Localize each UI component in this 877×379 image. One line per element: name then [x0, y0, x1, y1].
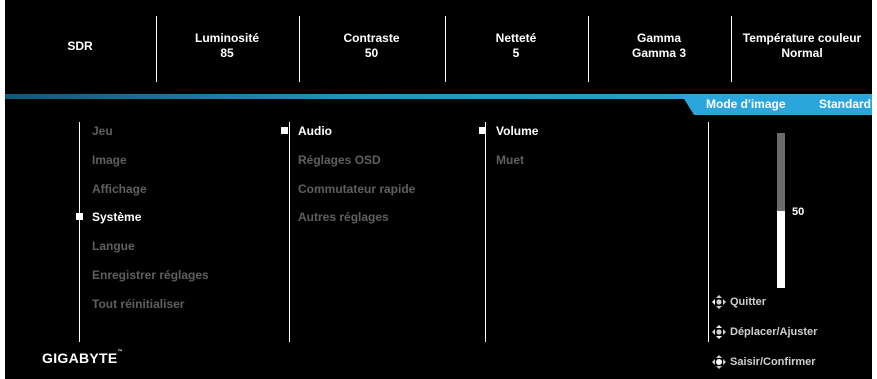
status-gamma: Gamma Gamma 3: [589, 6, 729, 86]
submenu-item-volume[interactable]: Volume: [496, 123, 538, 139]
hint-quit-label: Quitter: [730, 296, 767, 308]
menu-item-save-settings[interactable]: Enregistrer réglages: [92, 267, 209, 283]
submenu-item-osd-settings[interactable]: Réglages OSD: [298, 152, 381, 168]
status-sharpness: Netteté 5: [446, 6, 586, 86]
status-gamma-value: Gamma 3: [631, 46, 687, 60]
joystick-press-icon: [712, 355, 726, 369]
status-color-temperature-title: Température couleur: [742, 31, 862, 45]
menu-item-language[interactable]: Langue: [92, 238, 135, 254]
status-sdr-title: SDR: [67, 38, 93, 53]
status-color-temperature-value: Normal: [781, 46, 823, 60]
status-sharpness-value: 5: [512, 46, 520, 60]
status-brightness-value: 85: [220, 46, 234, 60]
picture-mode-label: Mode d'image: [706, 97, 786, 111]
picture-mode-value: Standard: [819, 97, 872, 111]
volume-value: 50: [792, 206, 805, 218]
volume-slider-fill: [777, 210, 785, 288]
joystick-left-icon: [712, 295, 726, 309]
subsub-selection-marker: [479, 127, 486, 134]
main-selection-marker: [76, 213, 83, 220]
menu-item-picture[interactable]: Image: [92, 152, 127, 168]
picture-mode-tab: Mode d'image Standard: [681, 94, 872, 115]
status-contrast: Contraste 50: [300, 6, 443, 86]
hint-quit: Quitter: [711, 294, 766, 310]
hint-enter-confirm: Saisir/Confirmer: [711, 354, 816, 370]
joystick-direction-icon: [712, 325, 726, 339]
status-brightness-title: Luminosité: [194, 31, 259, 45]
hint-enter-label: Saisir/Confirmer: [730, 356, 816, 368]
gigabyte-logo: GIGABYTE™: [42, 349, 123, 366]
submenu-item-mute[interactable]: Muet: [496, 152, 524, 168]
osd-menu: SDR Luminosité 85 Contraste 50 Netteté 5…: [5, 0, 872, 379]
status-contrast-value: 50: [364, 46, 379, 60]
submenu-item-quick-switch[interactable]: Commutateur rapide: [298, 181, 415, 197]
logo-text: GIGABYTE: [42, 350, 118, 366]
hint-move-label: Déplacer/Ajuster: [730, 326, 818, 338]
subsubmenu-line: [485, 122, 486, 342]
hint-move-adjust: Déplacer/Ajuster: [711, 324, 817, 340]
menu-item-system[interactable]: Système: [92, 209, 141, 225]
status-brightness: Luminosité 85: [157, 6, 297, 86]
value-panel-line: [708, 122, 709, 342]
status-color-temperature: Température couleur Normal: [732, 6, 872, 86]
status-sdr: SDR: [5, 6, 155, 86]
volume-slider[interactable]: [777, 133, 785, 288]
menu-item-display[interactable]: Affichage: [92, 181, 147, 197]
main-menu-line: [79, 122, 80, 342]
status-contrast-title: Contraste: [343, 31, 400, 45]
status-bar: SDR Luminosité 85 Contraste 50 Netteté 5…: [5, 6, 872, 86]
menu-item-reset-all[interactable]: Tout réinitialiser: [92, 296, 184, 312]
sub-selection-marker: [281, 127, 288, 134]
logo-trademark: ™: [117, 349, 123, 355]
submenu-item-audio[interactable]: Audio: [298, 123, 332, 139]
status-gamma-title: Gamma: [636, 31, 682, 45]
submenu-line: [289, 122, 290, 342]
status-sharpness-title: Netteté: [495, 31, 537, 45]
menu-item-game[interactable]: Jeu: [92, 123, 113, 139]
submenu-item-other-settings[interactable]: Autres réglages: [298, 209, 389, 225]
